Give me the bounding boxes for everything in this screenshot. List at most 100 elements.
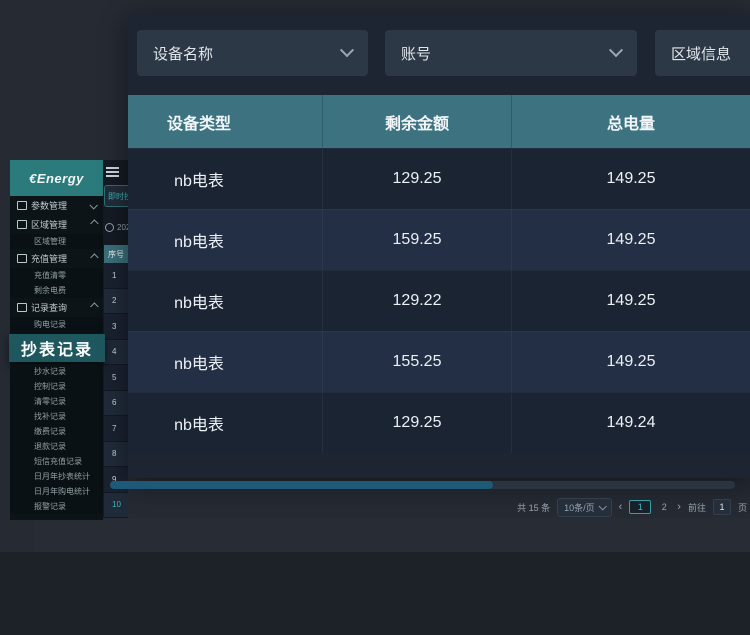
sidebar-group-region[interactable]: 区域管理 bbox=[10, 215, 103, 234]
cell-remaining-amount: 159.25 bbox=[322, 210, 511, 270]
sidebar-item-remaining-fee[interactable]: 剩余电费 bbox=[10, 283, 103, 298]
cell-remaining-amount: 155.25 bbox=[322, 332, 511, 392]
sidebar-item-purchase-statistics[interactable]: 日月年购电统计 bbox=[10, 484, 103, 499]
table-header-row: 设备类型 剩余金额 总电量 bbox=[128, 95, 750, 148]
hamburger-menu-icon[interactable] bbox=[106, 167, 119, 179]
device-name-select[interactable]: 设备名称 bbox=[137, 30, 368, 76]
column-header-device-type: 设备类型 bbox=[128, 95, 322, 148]
table-row[interactable]: nb电表 155.25 149.25 bbox=[128, 331, 750, 392]
app-logo: €Energy bbox=[10, 160, 103, 196]
next-page-button[interactable]: › bbox=[677, 502, 681, 513]
serial-cell: 5 bbox=[104, 365, 128, 391]
map-icon bbox=[17, 220, 27, 229]
sidebar-group-label: 充值管理 bbox=[31, 252, 67, 265]
sidebar-item-region-management[interactable]: 区域管理 bbox=[10, 234, 103, 249]
goto-page-input[interactable]: 1 bbox=[713, 499, 731, 515]
page-size-select[interactable]: 10条/页 bbox=[557, 498, 612, 517]
sidebar-item-purchase-records[interactable]: 购电记录 bbox=[10, 317, 103, 332]
instant-reading-button[interactable]: 即时抄表 bbox=[104, 185, 128, 207]
sidebar-item-compensation-records[interactable]: 找补记录 bbox=[10, 409, 103, 424]
table-row[interactable]: nb电表 129.25 149.24 bbox=[128, 392, 750, 453]
serial-cell: 4 bbox=[104, 340, 128, 366]
select-placeholder: 账号 bbox=[401, 43, 431, 64]
goto-label: 前往 bbox=[688, 501, 706, 514]
account-select[interactable]: 账号 bbox=[385, 30, 637, 76]
sidebar-item-alarm-records[interactable]: 报警记录 bbox=[10, 499, 103, 514]
page-lower-band bbox=[34, 518, 750, 552]
chevron-up-icon bbox=[90, 302, 98, 310]
pagination: 共 15 条 10条/页 ‹ 1 2 › 前往 1 页 bbox=[517, 498, 747, 516]
horizontal-scrollbar[interactable] bbox=[110, 481, 735, 489]
page-1-button[interactable]: 1 bbox=[629, 500, 651, 514]
sidebar-group-recharge[interactable]: 充值管理 bbox=[10, 249, 103, 268]
page-unit-label: 页 bbox=[738, 501, 747, 514]
serial-cell: 1 bbox=[104, 263, 128, 289]
sidebar-item-sms-recharge-records[interactable]: 短信充值记录 bbox=[10, 454, 103, 469]
sidebar-item-meter-reading-records-active[interactable]: 抄表记录 bbox=[9, 334, 105, 362]
scrollbar-thumb[interactable] bbox=[110, 481, 493, 489]
page-size-value: 10条/页 bbox=[564, 501, 595, 514]
serial-cell: 3 bbox=[104, 314, 128, 340]
table-row[interactable]: nb电表 129.25 149.25 bbox=[128, 148, 750, 209]
cell-total-power: 149.25 bbox=[511, 332, 750, 392]
sidebar-group-label: 区域管理 bbox=[31, 218, 67, 231]
cell-total-power: 149.25 bbox=[511, 210, 750, 270]
list-icon bbox=[17, 303, 27, 312]
chevron-down-icon bbox=[609, 43, 623, 57]
column-header-remaining-amount: 剩余金额 bbox=[322, 95, 511, 148]
meter-table: 设备类型 剩余金额 总电量 nb电表 129.25 149.25 nb电表 15… bbox=[128, 95, 750, 453]
sidebar-item-reading-statistics[interactable]: 日月年抄表统计 bbox=[10, 469, 103, 484]
cell-total-power: 149.25 bbox=[511, 271, 750, 331]
sidebar-item-payment-records[interactable]: 缴费记录 bbox=[10, 424, 103, 439]
cell-remaining-amount: 129.25 bbox=[322, 149, 511, 209]
chevron-up-icon bbox=[90, 253, 98, 261]
chevron-down-icon bbox=[598, 502, 606, 510]
sidebar-group-parameters[interactable]: 参数管理 bbox=[10, 196, 103, 215]
prev-page-button[interactable]: ‹ bbox=[619, 502, 623, 513]
cell-device-type: nb电表 bbox=[128, 393, 322, 453]
chevron-down-icon bbox=[89, 201, 97, 209]
cell-remaining-amount: 129.25 bbox=[322, 393, 511, 453]
serial-cell: 6 bbox=[104, 391, 128, 417]
sidebar-item-water-reading-records[interactable]: 抄水记录 bbox=[10, 364, 103, 379]
cell-remaining-amount: 129.22 bbox=[322, 271, 511, 331]
sidebar-item-refund-records[interactable]: 退款记录 bbox=[10, 439, 103, 454]
sidebar-group-label: 记录查询 bbox=[31, 301, 67, 314]
cell-total-power: 149.25 bbox=[511, 149, 750, 209]
cell-device-type: nb电表 bbox=[128, 332, 322, 392]
total-count-label: 共 15 条 bbox=[517, 501, 550, 514]
app-window: 即时抄表 202 序号 1 2 3 4 5 6 7 8 9 10 €Energy… bbox=[0, 0, 750, 635]
chevron-up-icon bbox=[90, 219, 98, 227]
select-placeholder: 设备名称 bbox=[153, 43, 213, 64]
column-header-total-power: 总电量 bbox=[511, 95, 750, 148]
select-placeholder: 区域信息 bbox=[671, 43, 731, 64]
page-2-button[interactable]: 2 bbox=[658, 502, 670, 512]
table-row[interactable]: nb电表 159.25 149.25 bbox=[128, 209, 750, 270]
serial-column: 序号 1 2 3 4 5 6 7 8 9 10 bbox=[104, 245, 128, 518]
date-text: 202 bbox=[117, 223, 128, 232]
card-icon bbox=[17, 254, 27, 263]
page-bottom-region bbox=[0, 552, 750, 635]
cell-device-type: nb电表 bbox=[128, 149, 322, 209]
cell-device-type: nb电表 bbox=[128, 210, 322, 270]
serial-column-header: 序号 bbox=[104, 245, 128, 263]
serial-cell-current: 10 bbox=[104, 493, 128, 519]
date-picker[interactable]: 202 bbox=[105, 223, 128, 232]
table-row[interactable]: nb电表 129.22 149.25 bbox=[128, 270, 750, 331]
sidebar-item-clear-records[interactable]: 清零记录 bbox=[10, 394, 103, 409]
instant-reading-label: 即时抄表 bbox=[108, 191, 128, 202]
sidebar-item-control-records[interactable]: 控制记录 bbox=[10, 379, 103, 394]
serial-cell: 8 bbox=[104, 442, 128, 468]
magnifier-panel: 设备名称 账号 区域信息 设备类型 剩余金额 总电量 nb电表 129.25 1… bbox=[128, 14, 750, 478]
sidebar-group-label: 参数管理 bbox=[31, 199, 67, 212]
sidebar-group-records[interactable]: 记录查询 bbox=[10, 298, 103, 317]
cell-device-type: nb电表 bbox=[128, 271, 322, 331]
sidebar: €Energy 参数管理 区域管理 区域管理 充值管理 充值清零 剩余电费 bbox=[10, 160, 103, 520]
app-logo-text: €Energy bbox=[29, 171, 84, 186]
serial-cell: 7 bbox=[104, 416, 128, 442]
sidebar-item-recharge-clear[interactable]: 充值清零 bbox=[10, 268, 103, 283]
cell-total-power: 149.24 bbox=[511, 393, 750, 453]
clock-icon bbox=[105, 223, 114, 232]
background-content-strip: 即时抄表 202 序号 1 2 3 4 5 6 7 8 9 10 bbox=[103, 160, 128, 518]
region-info-select[interactable]: 区域信息 bbox=[655, 30, 750, 76]
